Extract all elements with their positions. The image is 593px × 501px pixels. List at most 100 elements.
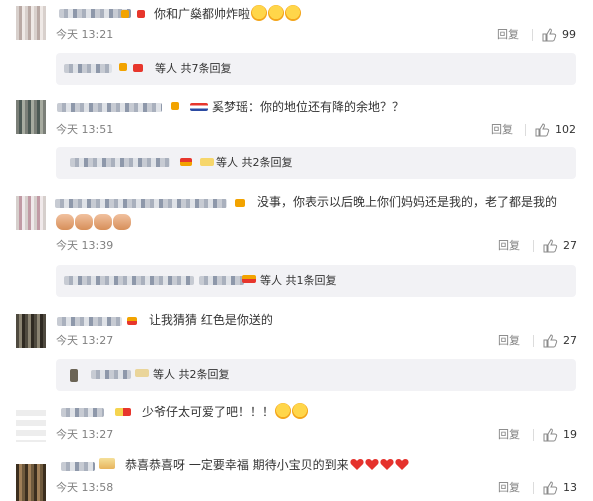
reply-button[interactable]: 回复	[498, 428, 520, 442]
timestamp: 今天 13:58	[56, 481, 114, 494]
reply-avatars	[91, 370, 131, 379]
comment-text-body: 奚梦瑶：你的地位还有降的余地？？	[212, 100, 405, 114]
vip-badge	[180, 158, 192, 166]
reply-avatars	[64, 64, 112, 73]
divider-line	[533, 240, 534, 252]
member-badge	[171, 102, 179, 110]
avatar[interactable]	[16, 100, 46, 134]
reply-count[interactable]: 等人 共2条回复	[153, 367, 230, 382]
comment-text: 奚梦瑶：你的地位还有降的余地？？	[212, 99, 404, 115]
thumbs-up-icon[interactable]	[543, 334, 558, 348]
thumbs-up-icon[interactable]	[535, 123, 550, 137]
reply-summary-box[interactable]: 等人 共2条回复	[56, 359, 576, 391]
comment-item: 奚梦瑶：你的地位还有降的余地？？ 今天 13:51 回复 102 等人 共2条回…	[0, 86, 593, 186]
divider-line	[533, 482, 534, 494]
avatar[interactable]	[16, 314, 46, 348]
like-count: 13	[563, 481, 577, 494]
thumbs-up-icon[interactable]	[543, 481, 558, 495]
timestamp: 今天 13:27	[56, 428, 114, 441]
reply-avatars	[70, 158, 170, 167]
member-badge	[115, 408, 131, 416]
member-badge	[235, 199, 245, 207]
reply-avatars	[70, 369, 78, 382]
vip-badge	[190, 103, 208, 111]
vip-badge	[133, 64, 143, 72]
cat-face-icon	[56, 214, 74, 230]
divider-line	[533, 429, 534, 441]
heart-eyes-emoji-icon	[275, 403, 292, 419]
comment-text-body: 你和广燊都帅炸啦	[154, 7, 251, 21]
comment-item: 你和广燊都帅炸啦 今天 13:21 回复 99 等人 共7条回复	[0, 0, 593, 86]
laughing-emoji-icon	[285, 5, 302, 21]
reply-button[interactable]: 回复	[498, 481, 520, 495]
username[interactable]	[61, 462, 95, 471]
comment-text-body: 少爷仔太可爱了吧！！！	[142, 405, 275, 419]
thumbs-up-icon[interactable]	[543, 428, 558, 442]
cat-face-icon	[94, 214, 112, 230]
cat-face-icon	[75, 214, 93, 230]
member-badge	[119, 63, 127, 71]
like-count: 27	[563, 239, 577, 252]
like-count: 19	[563, 428, 577, 441]
reply-button[interactable]: 回复	[491, 123, 513, 137]
divider-line	[532, 29, 533, 41]
timestamp: 今天 13:51	[56, 123, 114, 136]
vip-badge	[137, 10, 145, 18]
like-count: 99	[562, 28, 576, 41]
username[interactable]	[61, 408, 104, 417]
laughing-emoji-icon	[268, 5, 285, 21]
comment-text: 少爷仔太可爱了吧！！！	[142, 403, 309, 420]
reply-count[interactable]: 等人 共1条回复	[260, 273, 337, 288]
reply-summary-box[interactable]: 等人 共7条回复	[56, 53, 576, 85]
member-badge	[242, 275, 256, 283]
reply-button[interactable]: 回复	[498, 334, 520, 348]
reply-avatars	[64, 276, 194, 285]
comment-emoji-row	[56, 214, 132, 231]
comment-text: 让我猜猜 红色是你送的	[149, 312, 273, 328]
comment-item: 没事，你表示以后晚上你们妈妈还是我的，老了都是我的 今天 13:39 回复 27…	[0, 186, 593, 302]
divider-line	[525, 124, 526, 136]
divider-line	[533, 335, 534, 347]
heart-icon	[395, 459, 409, 470]
timestamp: 今天 13:27	[56, 334, 114, 347]
comment-item: 恭喜恭喜呀 一定要幸福 期待小宝贝的到来 今天 13:58 回复 13	[0, 452, 593, 501]
member-badge	[127, 317, 137, 325]
reply-summary-box[interactable]: 等人 共2条回复	[56, 147, 576, 179]
avatar[interactable]	[16, 6, 46, 40]
thumbs-up-icon[interactable]	[542, 28, 557, 42]
reply-avatars	[199, 276, 244, 285]
timestamp: 今天 13:21	[56, 28, 114, 41]
cat-face-icon	[113, 214, 131, 230]
reply-summary-box[interactable]: 等人 共1条回复	[56, 265, 576, 297]
comment-item: 让我猜猜 红色是你送的 今天 13:27 回复 27 等人 共2条回复	[0, 302, 593, 400]
reply-count[interactable]: 等人 共2条回复	[216, 155, 293, 170]
comment-text-body: 恭喜恭喜呀 一定要幸福 期待小宝贝的到来	[125, 458, 349, 472]
username[interactable]	[55, 199, 227, 208]
avatar[interactable]	[16, 464, 46, 501]
comment-text: 没事，你表示以后晚上你们妈妈还是我的，老了都是我的	[257, 194, 557, 210]
heart-icon	[365, 459, 379, 470]
heart-eyes-emoji-icon	[292, 403, 309, 419]
username[interactable]	[57, 317, 122, 326]
comment-text: 恭喜恭喜呀 一定要幸福 期待小宝贝的到来	[125, 457, 409, 473]
member-badge	[99, 458, 115, 469]
comment-item: 少爷仔太可爱了吧！！！ 今天 13:27 回复 19	[0, 400, 593, 452]
avatar[interactable]	[16, 196, 46, 230]
member-badge	[121, 10, 129, 18]
reply-button[interactable]: 回复	[497, 28, 519, 42]
thumbs-up-icon[interactable]	[543, 239, 558, 253]
username[interactable]	[57, 103, 162, 112]
like-count: 27	[563, 334, 577, 347]
comment-text: 你和广燊都帅炸啦	[154, 5, 302, 22]
like-count: 102	[555, 123, 576, 136]
comment-text-body: 没事，你表示以后晚上你们妈妈还是我的，老了都是我的	[257, 195, 558, 209]
comment-text-body: 让我猜猜 红色是你送的	[149, 313, 273, 327]
reply-count[interactable]: 等人 共7条回复	[155, 61, 232, 76]
avatar[interactable]	[16, 410, 46, 442]
heart-icon	[350, 459, 364, 470]
reply-button[interactable]: 回复	[498, 239, 520, 253]
member-badge	[135, 369, 149, 377]
timestamp: 今天 13:39	[56, 239, 114, 252]
member-badge	[200, 158, 214, 166]
laughing-emoji-icon	[251, 5, 268, 21]
